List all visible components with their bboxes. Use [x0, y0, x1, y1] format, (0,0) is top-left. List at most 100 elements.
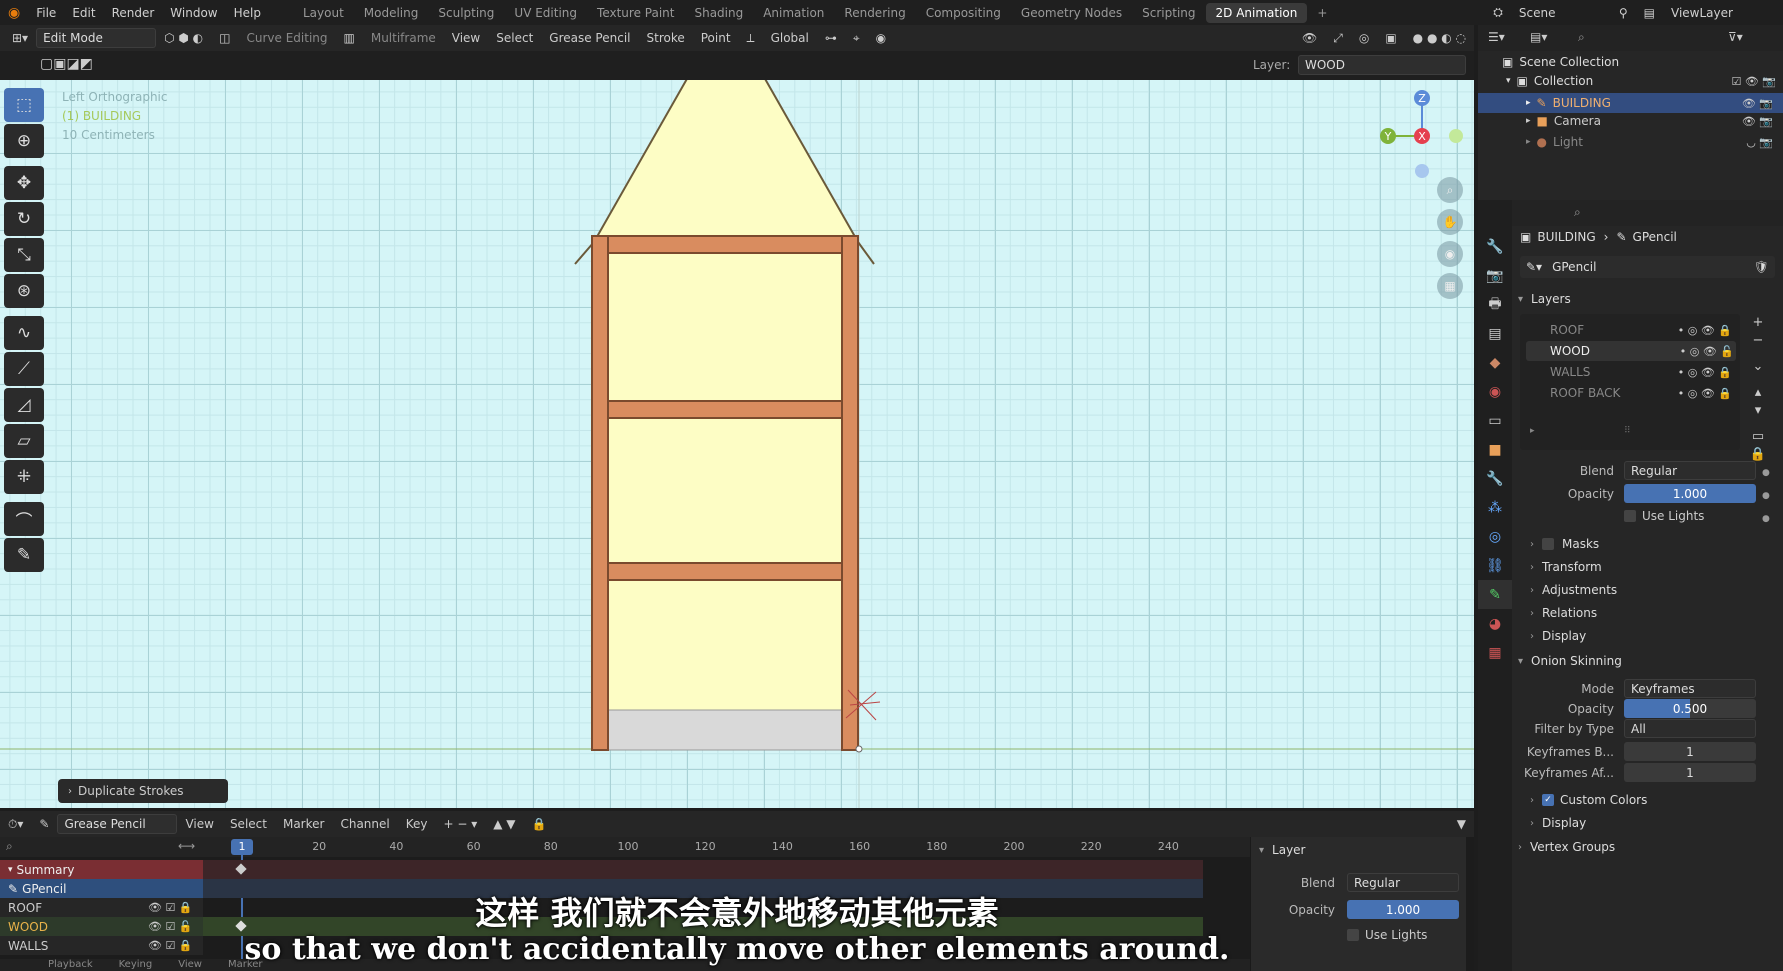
channel-summary[interactable]: ▾ Summary [0, 860, 203, 879]
onion-skinning-panel-header[interactable]: ▾ Onion Skinning [1518, 654, 1622, 668]
pan-hand-icon[interactable]: ✋ [1437, 209, 1463, 235]
cursor-tool-icon[interactable]: ⊕ [4, 124, 44, 158]
scene-collection-row[interactable]: ▣ Scene Collection [1502, 55, 1619, 69]
channel-layer-roof[interactable]: ROOF 👁 ☑ 🔒 [0, 898, 203, 917]
outliner-item-camera[interactable]: ▸ ■ Camera 👁 📷 [1526, 114, 1783, 128]
layer-item-roof-back[interactable]: ROOF BACK • ◎ 👁 🔒 [1520, 383, 1740, 403]
layer-item-walls[interactable]: WALLS • ◎ 👁 🔒 [1520, 362, 1740, 382]
outliner-item-light[interactable]: ▸ ● Light ◡ 📷 [1526, 135, 1783, 149]
data-tab-icon[interactable]: ✎ [1478, 580, 1512, 609]
pin-icon[interactable]: ⚲ [1611, 6, 1636, 20]
annotate-tool-icon[interactable]: ✎ [4, 538, 44, 572]
remove-layer-icon[interactable]: − [1748, 332, 1768, 350]
properties-search-icon[interactable]: ⌕ [1574, 205, 1581, 220]
checkbox-checked-icon[interactable]: ✓ [1542, 794, 1554, 806]
eye-icon[interactable]: 👁 ☑ 🔒 [148, 901, 193, 914]
physics-tab-icon[interactable]: ◎ [1478, 522, 1512, 551]
workspace-tab-uv-editing[interactable]: UV Editing [504, 3, 587, 23]
camera-view-icon[interactable]: ◉ [1437, 241, 1463, 267]
lock-icon[interactable]: 🔒 [524, 817, 555, 831]
proportional-edit-icon[interactable]: ◉ [868, 31, 894, 45]
display-mode-icon[interactable]: ▤▾ [1530, 30, 1547, 44]
menu-file[interactable]: File [28, 6, 64, 20]
bend-tool-icon[interactable]: ◿ [4, 388, 44, 422]
move-tool-icon[interactable]: ✥ [4, 166, 44, 200]
menu-stroke[interactable]: Stroke [639, 31, 693, 45]
workspace-tab-geometry-nodes[interactable]: Geometry Nodes [1011, 3, 1132, 23]
wood-track[interactable] [203, 917, 1203, 936]
timeline-menu-marker[interactable]: Marker [275, 817, 332, 831]
workspace-tab-texture-paint[interactable]: Texture Paint [587, 3, 684, 23]
view-layer-icon[interactable]: ▤ [1636, 6, 1663, 20]
gpencil-track[interactable] [203, 879, 1203, 898]
list-expand-icon[interactable]: ▸ [1530, 426, 1535, 436]
display-panel-header[interactable]: › Display [1530, 629, 1586, 643]
workspace-tab-animation[interactable]: Animation [753, 3, 834, 23]
layer-visibility-icons[interactable]: • ◎ 👁 🔒 [1678, 387, 1732, 400]
layer-item-wood[interactable]: WOOD • ◎ 👁 🔓 [1526, 341, 1736, 361]
grid-view-icon[interactable]: ▦ [1437, 273, 1463, 299]
curve-editing-label[interactable]: Curve Editing [238, 31, 335, 45]
keyframes-before-field[interactable]: 1 [1624, 742, 1756, 761]
modifiers-tab-icon[interactable]: 🔧 [1478, 464, 1512, 493]
tl-blend-dropdown[interactable]: Regular [1347, 873, 1459, 892]
visibility-icon[interactable]: 👁 [1294, 31, 1325, 45]
texture-tab-icon[interactable]: ▦ [1478, 638, 1512, 667]
scene-icon[interactable]: ⛭ [1485, 5, 1511, 20]
channel-search[interactable]: ⌕ ⟷ [0, 837, 203, 857]
scene-tab-icon[interactable]: ◆ [1478, 348, 1512, 377]
list-resize-handle-icon[interactable]: ⠿ [1624, 426, 1631, 436]
add-workspace-icon[interactable]: + [1307, 3, 1337, 23]
box-select-mode-icons[interactable]: ▢▣◪◩ [40, 56, 93, 72]
dopesheet-mode-dropdown[interactable]: Grease Pencil [57, 814, 178, 834]
pivot-icon[interactable]: ⊶ [817, 31, 845, 45]
select-box-tool-icon[interactable]: ⬚ [4, 88, 44, 122]
interpolate-tool-icon[interactable]: ⌒ [4, 502, 44, 536]
shading-solid-icon[interactable]: ● ● ◐ ◌ [1405, 31, 1474, 45]
collection-tab-icon[interactable]: ▭ [1478, 406, 1512, 435]
overlay-icon[interactable]: ◎ [1351, 31, 1377, 45]
operator-redo-panel[interactable]: › Duplicate Strokes [58, 779, 228, 803]
transform-panel-header[interactable]: › Transform [1530, 560, 1602, 574]
extrude-tool-icon[interactable]: ⁜ [4, 460, 44, 494]
summary-track[interactable] [203, 860, 1203, 879]
navigation-gizmo[interactable]: Z Y X [1372, 86, 1472, 186]
tool-tab-icon[interactable]: 🔧 [1478, 232, 1512, 261]
channel-layer-wood[interactable]: WOOD 👁 ☑ 🔓 [0, 917, 203, 936]
workspace-tab-modeling[interactable]: Modeling [354, 3, 429, 23]
layer-panel-header[interactable]: ▾ Layer [1259, 843, 1306, 857]
current-frame-indicator[interactable]: 1 [231, 839, 253, 855]
constraints-tab-icon[interactable]: ⛓ [1478, 551, 1512, 580]
menu-help[interactable]: Help [226, 6, 269, 20]
fake-user-icon[interactable]: 🛡 [1754, 260, 1769, 274]
menu-point[interactable]: Point [693, 31, 739, 45]
workspace-tab-sculpting[interactable]: Sculpting [428, 3, 504, 23]
use-lights-checkbox[interactable]: Use Lights [1624, 509, 1704, 523]
output-tab-icon[interactable]: 🖶 [1478, 290, 1512, 319]
timeline-menu-select[interactable]: Select [222, 817, 275, 831]
menu-render[interactable]: Render [104, 6, 163, 20]
layer-dropdown[interactable]: WOOD [1298, 55, 1466, 75]
3d-viewport[interactable]: Left Orthographic (1) BUILDING 10 Centim… [0, 80, 1474, 808]
blend-dropdown[interactable]: Regular [1624, 461, 1756, 480]
object-tab-icon[interactable]: ■ [1478, 435, 1512, 464]
dopesheet-editor-icon[interactable]: ⏱▾ [0, 817, 31, 832]
layer-specials-icon[interactable]: ⌄ [1748, 358, 1768, 376]
footer-keying[interactable]: Keying [119, 959, 153, 971]
move-layer-up-icon[interactable]: ▴ [1748, 384, 1768, 402]
editor-type-icon[interactable]: ⊞▾ [4, 31, 36, 45]
add-layer-icon[interactable]: + [1748, 314, 1768, 332]
tl-opacity-slider[interactable]: 1.000 [1347, 900, 1459, 919]
rotate-tool-icon[interactable]: ↻ [4, 202, 44, 236]
outliner-search-icon[interactable]: ⌕ [1578, 30, 1585, 45]
transform-tool-icon[interactable]: ⊛ [4, 274, 44, 308]
mode-dropdown[interactable]: Edit Mode [36, 28, 157, 48]
world-tab-icon[interactable]: ◉ [1478, 377, 1512, 406]
outliner-item-building[interactable]: ▸ ✎ BUILDING 👁 📷 [1478, 93, 1783, 113]
menu-edit[interactable]: Edit [64, 6, 103, 20]
isolate-layer-icon[interactable]: ▭ [1748, 428, 1768, 446]
layer-visibility-icons[interactable]: • ◎ 👁 🔓 [1680, 345, 1734, 358]
layer-visibility-icons[interactable]: • ◎ 👁 🔒 [1678, 324, 1732, 337]
workspace-tab-shading[interactable]: Shading [684, 3, 753, 23]
opacity-slider[interactable]: 1.000 [1624, 484, 1756, 503]
